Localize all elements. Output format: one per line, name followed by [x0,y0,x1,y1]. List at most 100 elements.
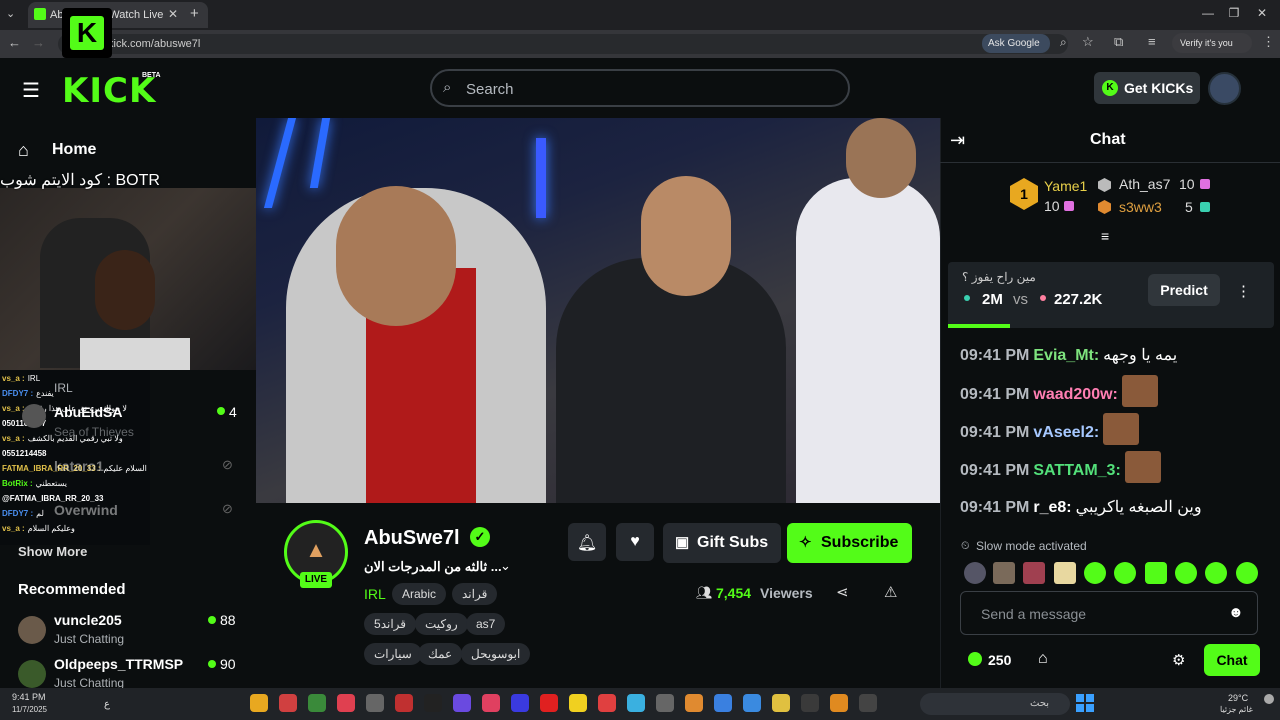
chat-message-user[interactable]: waad200w: [1033,386,1117,403]
taskbar-date[interactable]: 11/7/2025 [12,705,47,714]
chevron-down-icon[interactable]: ⌄ [500,558,511,574]
emote-icon[interactable] [1114,562,1136,584]
chat-settings-gear-icon[interactable]: ⚙ [1172,651,1185,669]
browser-tab[interactable]: AbuSwe7l - Watch Live [28,2,208,28]
back-icon[interactable]: ← [8,35,21,50]
subscribe-button[interactable]: ✧ Subscribe [787,523,912,563]
taskbar-app-icon[interactable] [772,694,790,712]
taskbar-app-icon[interactable] [627,694,645,712]
browser-menu-icon[interactable]: ⋮ [1262,34,1275,50]
emote-icon[interactable] [1084,562,1106,584]
leaderboard-name[interactable]: s3ww3 [1119,199,1162,215]
stream-tag[interactable]: قراند5 [364,613,417,635]
share-icon[interactable]: ⋖ [836,583,849,601]
new-tab-icon[interactable]: + [190,5,199,22]
channel-points[interactable]: 250 [988,652,1011,668]
stream-tag[interactable]: Arabic [392,583,447,605]
chat-message-input[interactable]: Send a message [960,591,1258,635]
taskbar-search[interactable]: بحث [920,693,1070,715]
url-field[interactable]: kick.com/abuswe7l [58,34,1068,54]
emote-icon[interactable] [993,562,1015,584]
taskbar-app-icon[interactable] [656,694,674,712]
extensions-icon[interactable]: ⧉ [1114,34,1123,50]
taskbar-app-icon[interactable] [830,694,848,712]
weather-temp[interactable]: 29°C [1228,693,1248,703]
sidebar-channel-name[interactable]: AbuEidSA [54,404,122,420]
emote-icon[interactable] [1236,562,1258,584]
stream-tag[interactable]: as7 [466,613,506,635]
taskbar-app-icon[interactable] [337,694,355,712]
taskbar-app-icon[interactable] [511,694,529,712]
emote-icon[interactable] [1175,562,1197,584]
store-icon[interactable]: ⌂ [1038,650,1048,668]
user-avatar[interactable] [1208,72,1241,105]
leaderboard-name[interactable]: Ath_as7 [1119,176,1170,192]
close-tab-icon[interactable]: ✕ [168,7,178,21]
notification-icon[interactable] [1264,694,1274,704]
channel-name[interactable]: AbuSwe7l [364,527,460,550]
report-warning-icon[interactable]: ⚠ [884,583,897,601]
emote-icon[interactable] [964,562,986,584]
hamburger-menu-icon[interactable]: ☰ [22,78,40,103]
sidebar-channel-name[interactable]: vuncle205 [54,612,122,628]
leaderboard-name[interactable]: Yame1 [1044,178,1087,194]
sidebar-channel-name[interactable]: kataro1 [54,458,104,474]
tab-list-icon[interactable]: ⌄ [6,7,15,20]
emote-icon[interactable] [1205,562,1227,584]
maximize-icon[interactable]: ❐ [1224,6,1244,20]
stream-tag[interactable]: قراند [452,583,498,605]
emote-icon[interactable] [1054,562,1076,584]
taskbar-app-icon[interactable] [569,694,587,712]
taskbar-app-icon[interactable] [598,694,616,712]
windows-start-icon[interactable] [1076,694,1094,712]
taskbar-app-icon[interactable] [279,694,297,712]
emoji-picker-icon[interactable]: ☻ [1228,604,1244,621]
follow-button[interactable]: ♥ [616,523,654,561]
taskbar-app-icon[interactable] [540,694,558,712]
stream-tag[interactable]: ابوسويحل [461,643,531,665]
ask-google-button[interactable]: Ask Google [982,34,1050,53]
verify-profile-button[interactable]: Verify it's you [1172,33,1252,53]
taskbar-time[interactable]: 9:41 PM [12,692,46,702]
taskbar-app-icon[interactable] [859,694,877,712]
close-window-icon[interactable]: ✕ [1252,6,1272,20]
taskbar-app-icon[interactable] [482,694,500,712]
video-player[interactable] [256,118,940,503]
taskbar-app-icon[interactable] [714,694,732,712]
chat-emote[interactable] [1103,413,1140,445]
taskbar-app-icon[interactable] [453,694,471,712]
chat-emote[interactable] [1124,451,1161,483]
taskbar-app-icon[interactable] [743,694,761,712]
stream-tag[interactable]: عمك [418,643,463,665]
zoom-icon[interactable]: ⌕ [1060,35,1067,50]
bookmark-star-icon[interactable]: ☆ [1082,34,1094,50]
notification-bell-button[interactable]: 🔔︎ [568,523,606,561]
send-chat-button[interactable]: Chat [1204,644,1260,676]
chat-message-user[interactable]: vAseel2: [1033,424,1099,441]
show-more-button[interactable]: Show More [18,544,87,559]
predict-button[interactable]: Predict [1148,274,1220,306]
chat-message-user[interactable]: r_e8: [1033,499,1071,516]
taskbar-app-icon[interactable] [395,694,413,712]
taskbar-app-icon[interactable] [308,694,326,712]
stream-tag[interactable]: سيارات [364,643,422,665]
chat-message-user[interactable]: SATTAM_3: [1033,462,1120,479]
chat-message-user[interactable]: Evia_Mt: [1033,347,1099,364]
stream-tag[interactable]: روكيت [415,613,468,635]
gift-subs-button[interactable]: ▣ Gift Subs [663,523,781,563]
reading-list-icon[interactable]: ≡ [1148,34,1156,49]
taskbar-app-icon[interactable] [250,694,268,712]
taskbar-language[interactable]: ع [104,699,110,710]
taskbar-app-icon[interactable] [424,694,442,712]
forward-icon[interactable]: → [32,35,45,50]
stream-category[interactable]: IRL [364,586,386,602]
collapse-chat-icon[interactable]: ⇥ [950,130,965,151]
emote-icon[interactable] [1023,562,1045,584]
taskbar-app-icon[interactable] [366,694,384,712]
more-options-icon[interactable]: ⋮ [1236,282,1251,300]
sidebar-channel-name[interactable]: Overwind [54,502,118,518]
search-input[interactable]: Search [430,69,850,107]
emote-icon[interactable] [1145,562,1167,584]
chat-emote[interactable] [1121,375,1158,407]
taskbar-app-icon[interactable] [685,694,703,712]
